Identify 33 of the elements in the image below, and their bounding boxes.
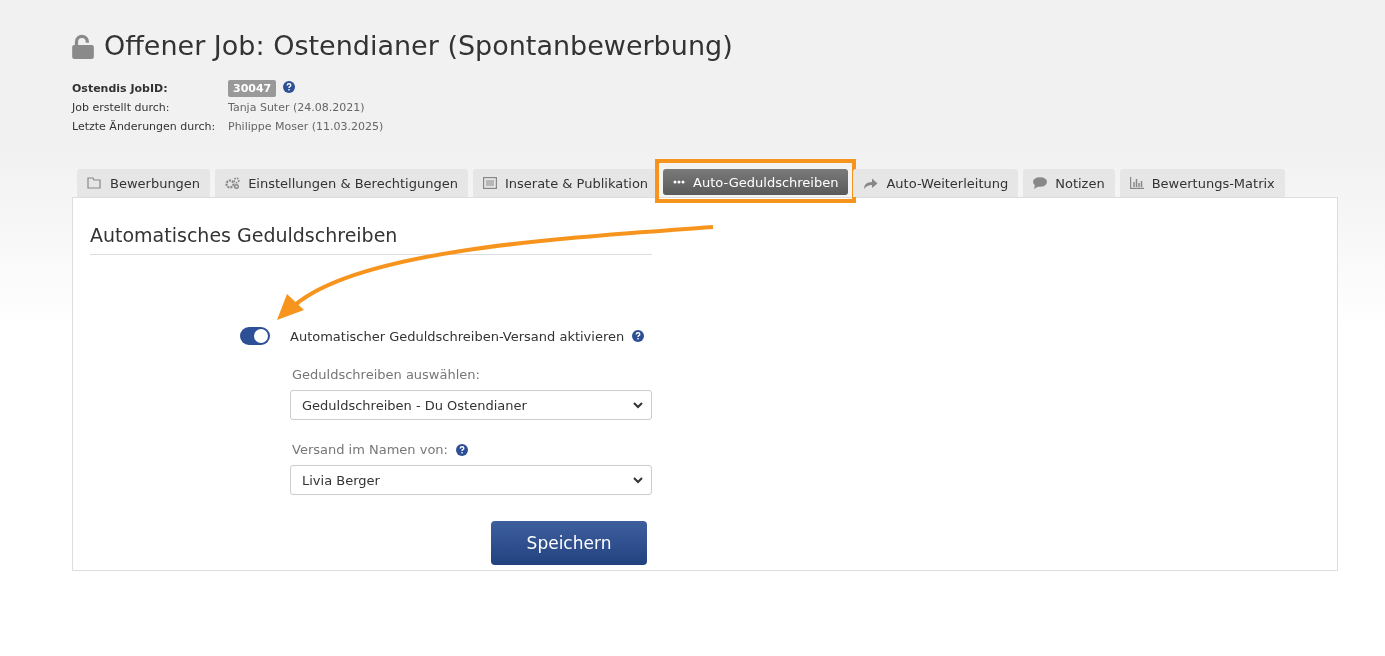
toggle-switch[interactable] <box>240 327 270 345</box>
toggle-label: Automatischer Geduldschreiben-Versand aktivieren <box>290 328 625 344</box>
tab[interactable]: Auto-Geduldschreiben <box>663 169 849 195</box>
page-title: Offener Job: Ostendianer (Spontanbewerbung) <box>104 30 733 61</box>
section-heading: Automatisches Geduldschreiben <box>90 224 652 255</box>
folder-icon <box>87 177 102 189</box>
list-icon <box>482 177 497 189</box>
meta-label: Ostendis JobID: <box>72 81 169 95</box>
meta-value: Tanja Suter (24.08.2021) <box>228 101 365 114</box>
bar-chart-icon <box>1129 177 1144 189</box>
tab[interactable]: Einstellungen & Berechtigungen <box>215 169 468 197</box>
chevron-down-icon <box>633 476 643 484</box>
meta-value: Philippe Moser (11.03.2025) <box>228 120 384 133</box>
help-icon[interactable] <box>632 330 645 342</box>
help-icon[interactable] <box>283 81 296 93</box>
speech-bubble-icon <box>1033 177 1048 189</box>
tab[interactable]: Auto-Weiterleitung <box>853 169 1019 197</box>
select-field[interactable]: Livia Berger <box>290 465 652 495</box>
tab[interactable]: Bewertungs-Matrix <box>1119 169 1285 197</box>
field-label: Versand im Namen von: <box>292 442 448 457</box>
select-field[interactable]: Geduldschreiben - Du Ostendianer <box>290 390 652 420</box>
tab[interactable]: Notizen <box>1023 169 1115 197</box>
dots-icon <box>673 180 686 184</box>
help-icon[interactable] <box>456 443 468 456</box>
gears-icon <box>225 177 241 189</box>
forward-arrow-icon <box>863 177 879 189</box>
tab[interactable]: Bewerbungen <box>77 169 211 197</box>
job-id-badge: 30047 <box>228 80 277 97</box>
field-label: Geduldschreiben auswählen: <box>292 367 480 382</box>
chevron-down-icon <box>633 401 643 409</box>
save-button[interactable]: Speichern <box>491 521 647 565</box>
meta-label: Letzte Änderungen durch: <box>72 120 217 133</box>
meta-label: Job erstellt durch: <box>72 101 171 114</box>
